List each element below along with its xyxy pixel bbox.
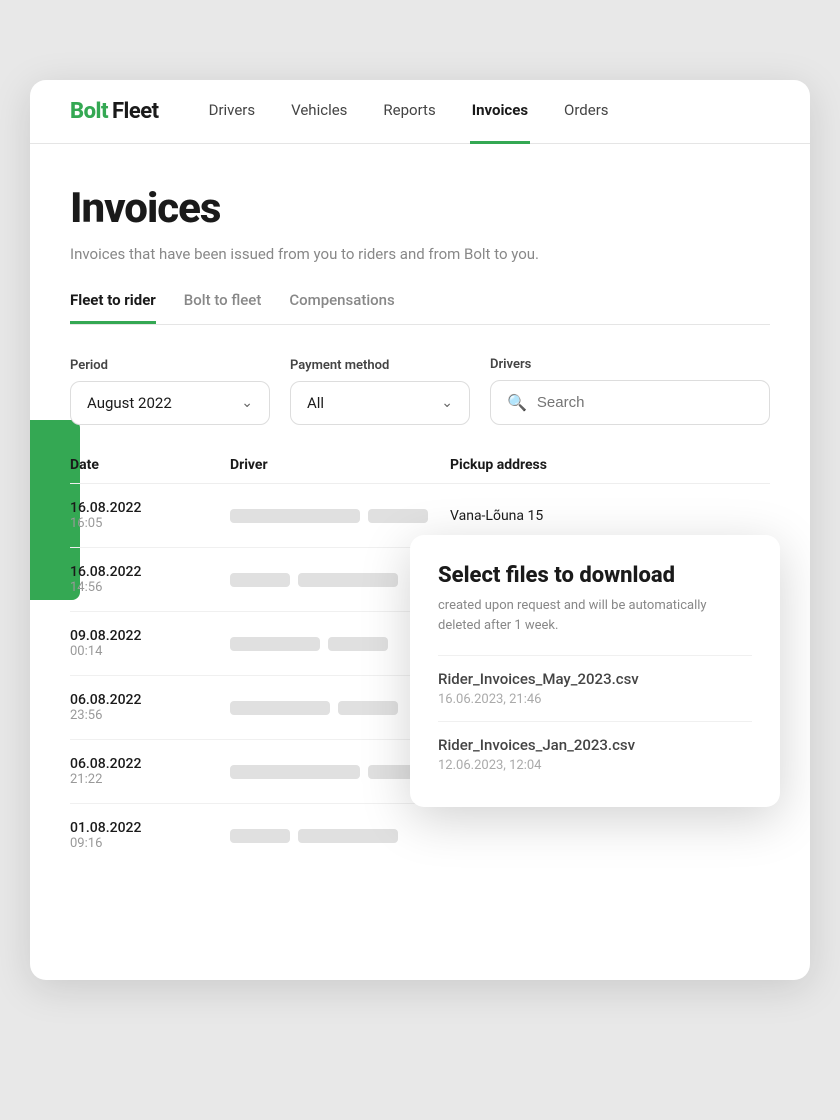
logo: Bolt Fleet: [70, 99, 159, 124]
date-value: 16.08.2022: [70, 500, 230, 516]
nav-item-reports[interactable]: Reports: [381, 80, 437, 144]
payment-value: All: [307, 394, 324, 412]
driver-cell: [230, 829, 450, 843]
payment-filter: Payment method All ⌄: [290, 358, 470, 425]
driver-blur: [230, 637, 320, 651]
driver-blur: [230, 509, 360, 523]
driver-blur2: [338, 701, 398, 715]
drivers-label: Drivers: [490, 357, 770, 372]
main-card: Bolt Fleet Drivers Vehicles Reports Invo…: [30, 80, 810, 980]
col-header-date: Date: [70, 457, 230, 473]
date-value: 09.08.2022: [70, 628, 230, 644]
driver-blur: [230, 765, 360, 779]
tabs-bar: Fleet to rider Bolt to fleet Compensatio…: [70, 291, 770, 325]
logo-fleet: Fleet: [112, 99, 159, 124]
file-date-2: 12.06.2023, 12:04: [438, 758, 752, 773]
page-title: Invoices: [70, 184, 770, 233]
file-item-1[interactable]: Rider_Invoices_May_2023.csv 16.06.2023, …: [438, 655, 752, 721]
period-label: Period: [70, 358, 270, 373]
table-header: Date Driver Pickup address: [70, 457, 770, 484]
nav-item-orders[interactable]: Orders: [562, 80, 611, 144]
driver-blur: [230, 701, 330, 715]
main-content: Invoices Invoices that have been issued …: [30, 144, 810, 907]
driver-blur: [230, 829, 290, 843]
file-date-1: 16.06.2023, 21:46: [438, 692, 752, 707]
driver-blur2: [298, 829, 398, 843]
time-value: 21:22: [70, 772, 230, 787]
popup-subtitle: created upon request and will be automat…: [438, 596, 752, 635]
search-input[interactable]: [537, 394, 753, 411]
driver-blur2: [328, 637, 388, 651]
date-cell: 06.08.2022 23:56: [70, 692, 230, 723]
date-cell: 16.08.2022 14:56: [70, 564, 230, 595]
driver-blur2: [298, 573, 398, 587]
date-value: 06.08.2022: [70, 756, 230, 772]
payment-select[interactable]: All ⌄: [290, 381, 470, 425]
date-value: 01.08.2022: [70, 820, 230, 836]
date-cell: 16.08.2022 16:05: [70, 500, 230, 531]
file-item-2[interactable]: Rider_Invoices_Jan_2023.csv 12.06.2023, …: [438, 721, 752, 787]
period-value: August 2022: [87, 394, 172, 412]
drivers-filter: Drivers 🔍: [490, 357, 770, 425]
col-header-address: Pickup address: [450, 457, 770, 473]
logo-bolt: Bolt: [70, 99, 108, 124]
period-select[interactable]: August 2022 ⌄: [70, 381, 270, 425]
chevron-down-icon: ⌄: [241, 395, 253, 411]
drivers-search-wrap[interactable]: 🔍: [490, 380, 770, 425]
chevron-down-icon-payment: ⌄: [441, 395, 453, 411]
time-value: 00:14: [70, 644, 230, 659]
time-value: 14:56: [70, 580, 230, 595]
payment-label: Payment method: [290, 358, 470, 373]
file-name-2: Rider_Invoices_Jan_2023.csv: [438, 736, 752, 754]
time-value: 09:16: [70, 836, 230, 851]
time-value: 23:56: [70, 708, 230, 723]
date-cell: 06.08.2022 21:22: [70, 756, 230, 787]
download-popup: Select files to download created upon re…: [410, 535, 780, 807]
date-cell: 01.08.2022 09:16: [70, 820, 230, 851]
table-body: 16.08.2022 16:05 Vana-Lõuna 15 16.08.202…: [70, 484, 770, 867]
navbar: Bolt Fleet Drivers Vehicles Reports Invo…: [30, 80, 810, 144]
file-name-1: Rider_Invoices_May_2023.csv: [438, 670, 752, 688]
popup-title: Select files to download: [438, 563, 752, 588]
time-value: 16:05: [70, 516, 230, 531]
driver-blur: [230, 573, 290, 587]
address-cell: Vana-Lõuna 15: [450, 508, 770, 524]
tab-compensations[interactable]: Compensations: [289, 291, 394, 324]
search-icon: 🔍: [507, 393, 527, 412]
tab-bolt-to-fleet[interactable]: Bolt to fleet: [184, 291, 262, 324]
table-row[interactable]: 01.08.2022 09:16: [70, 804, 770, 867]
nav-item-drivers[interactable]: Drivers: [207, 80, 258, 144]
driver-blur2: [368, 509, 428, 523]
tab-fleet-to-rider[interactable]: Fleet to rider: [70, 291, 156, 324]
driver-cell: [230, 509, 450, 523]
period-filter: Period August 2022 ⌄: [70, 358, 270, 425]
page-subtitle: Invoices that have been issued from you …: [70, 245, 770, 263]
date-cell: 09.08.2022 00:14: [70, 628, 230, 659]
nav-item-vehicles[interactable]: Vehicles: [289, 80, 349, 144]
filters-row: Period August 2022 ⌄ Payment method All …: [70, 357, 770, 425]
date-value: 16.08.2022: [70, 564, 230, 580]
nav-item-invoices[interactable]: Invoices: [470, 80, 530, 144]
date-value: 06.08.2022: [70, 692, 230, 708]
col-header-driver: Driver: [230, 457, 450, 473]
